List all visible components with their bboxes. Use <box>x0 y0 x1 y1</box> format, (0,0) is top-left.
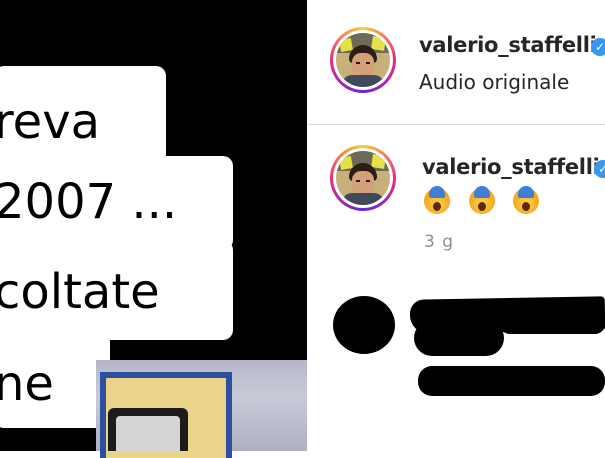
avatar-photo <box>336 151 390 205</box>
caption-text: coltate <box>0 264 160 320</box>
audio-link[interactable]: Audio originale <box>419 70 569 94</box>
header-divider <box>307 124 605 125</box>
author-avatar[interactable] <box>330 27 396 93</box>
comment-timestamp[interactable]: 3 g <box>424 232 454 252</box>
redaction-mark <box>500 312 605 334</box>
face-screaming-in-fear-icon <box>513 186 540 214</box>
redacted-avatar <box>333 296 395 354</box>
redaction-mark <box>414 320 504 356</box>
caption-line: ne <box>0 328 110 428</box>
author-username[interactable]: valerio_staffelli <box>419 33 597 57</box>
comment-avatar[interactable] <box>330 145 396 211</box>
caption-text: 2007 ... <box>0 174 178 230</box>
comment-text <box>424 186 546 214</box>
verified-badge-icon: ✓ <box>591 38 605 56</box>
caption-line: coltate <box>0 240 233 340</box>
comment-username[interactable]: valerio_staffelli <box>422 155 600 179</box>
face-screaming-in-fear-icon <box>424 186 450 214</box>
face-screaming-in-fear-icon <box>468 186 495 214</box>
redaction-mark <box>418 366 605 396</box>
caption-line: 2007 ... <box>0 156 233 250</box>
caption-text: reva <box>0 94 101 150</box>
video-photo-device-screen <box>116 416 180 451</box>
avatar-photo <box>336 33 390 87</box>
caption-text: ne <box>0 356 54 412</box>
verified-badge-icon: ✓ <box>594 160 605 178</box>
